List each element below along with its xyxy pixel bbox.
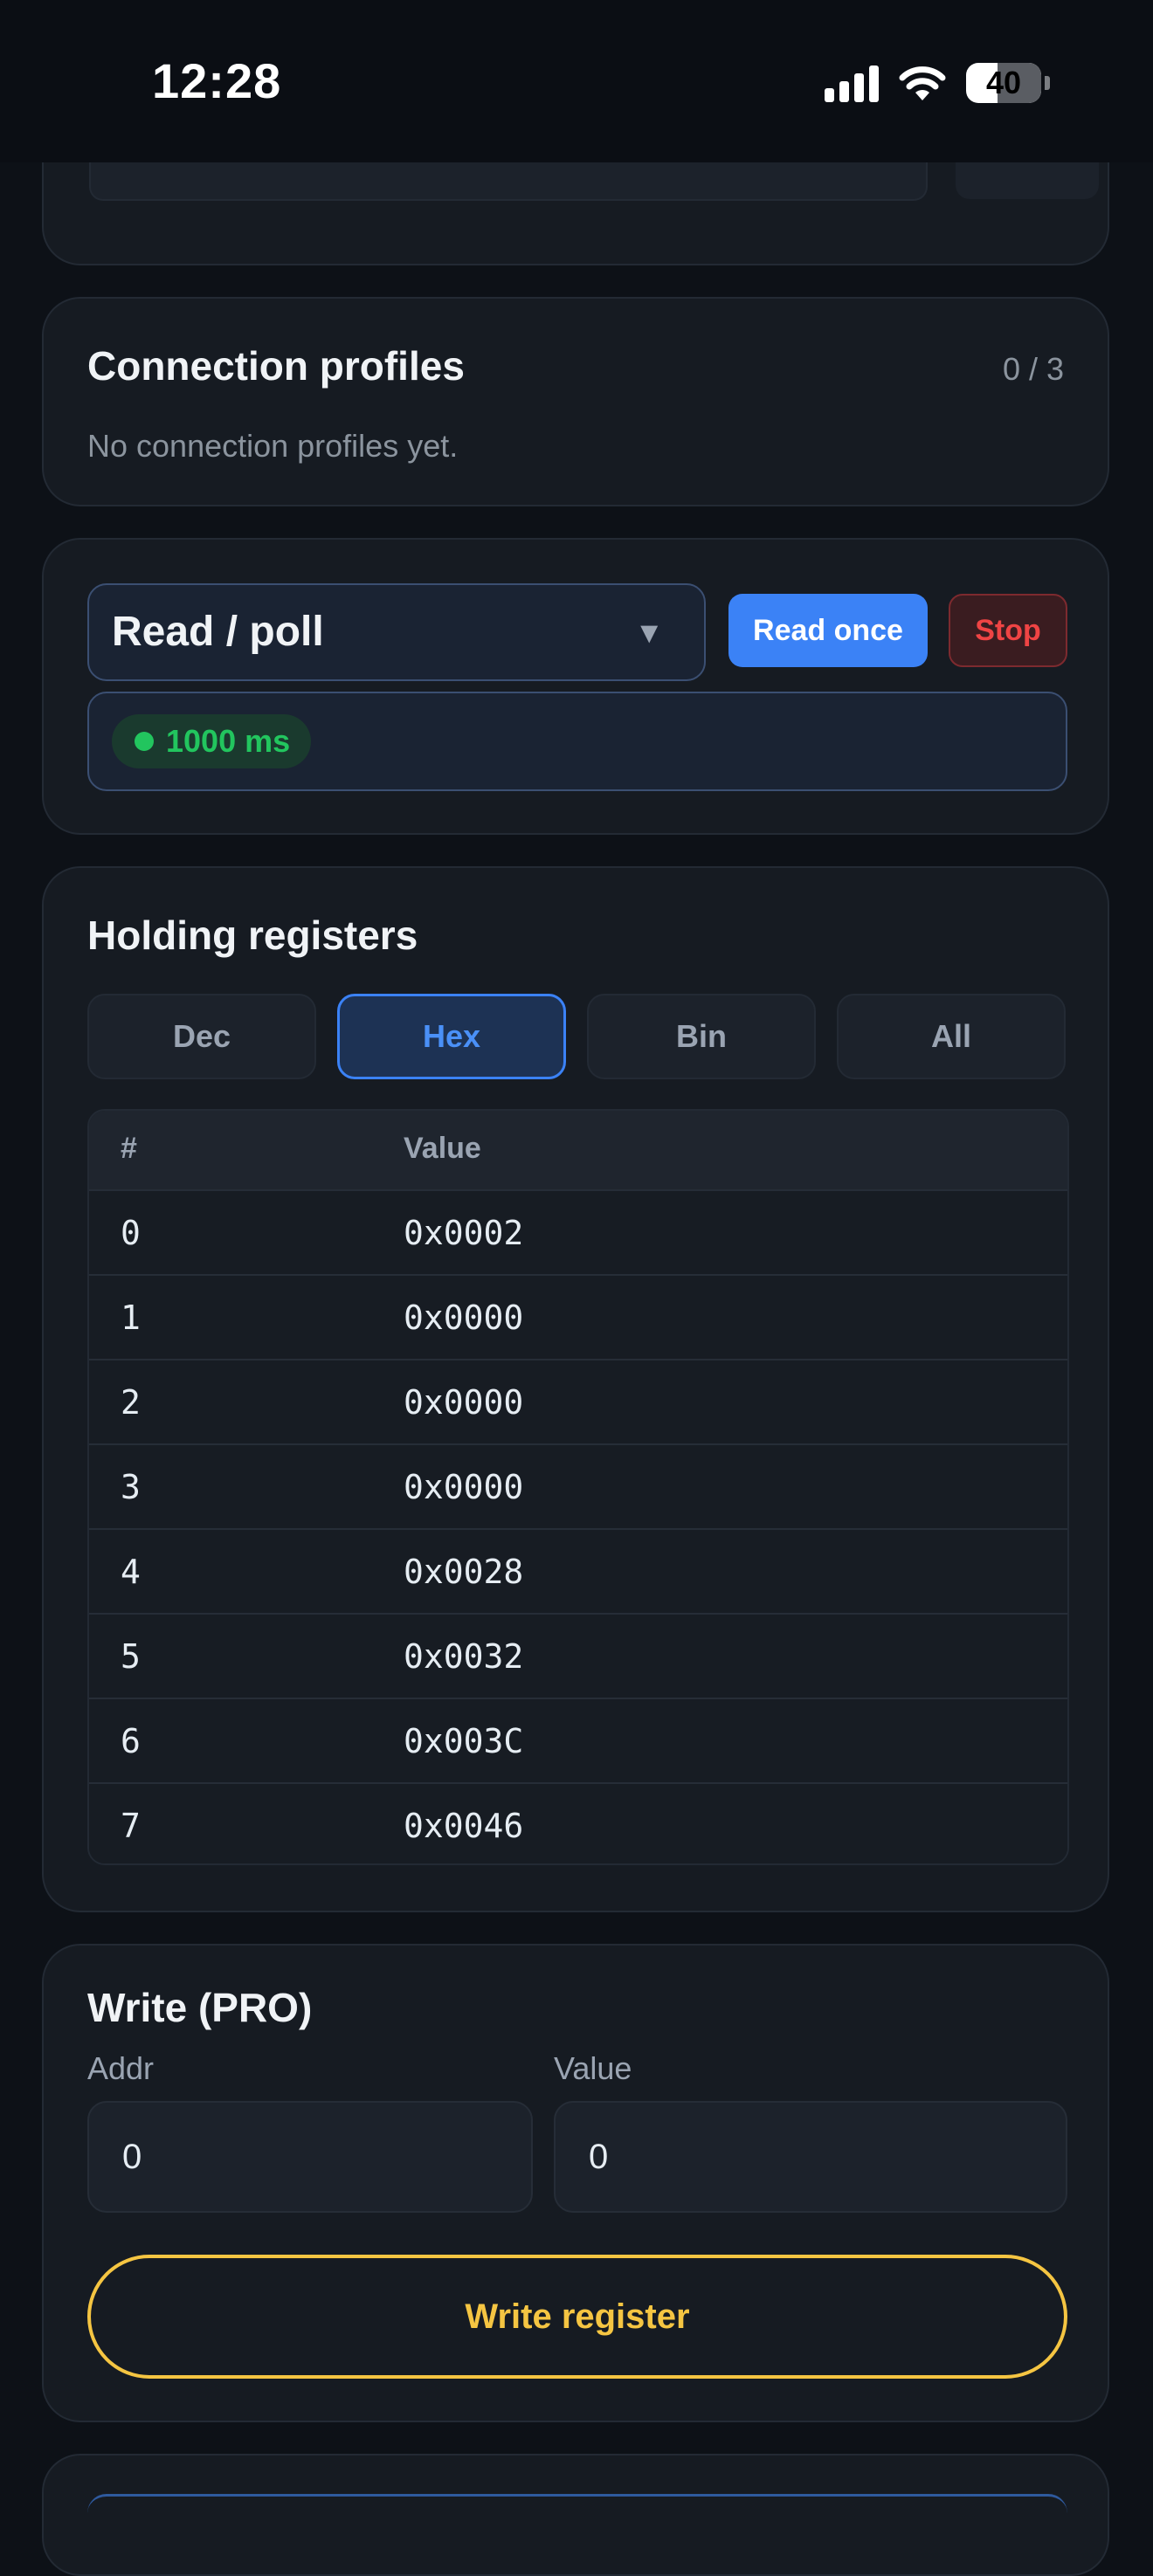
status-bar: 12:28 40	[0, 0, 1153, 162]
table-row[interactable]: 7 0x0046	[89, 1782, 1067, 1863]
register-value: 0x0000	[404, 1298, 524, 1337]
dropdown-caret-icon: ▼	[634, 616, 664, 650]
format-hex-button[interactable]: Hex	[337, 994, 566, 1079]
table-row[interactable]: 4 0x0028	[89, 1528, 1067, 1613]
register-index: 6	[121, 1722, 141, 1760]
register-index: 7	[121, 1807, 141, 1845]
profiles-empty-text: No connection profiles yet.	[87, 428, 459, 464]
read-mode-select[interactable]: Read / poll ▼	[87, 583, 706, 681]
table-row[interactable]: 1 0x0000	[89, 1274, 1067, 1359]
table-row[interactable]: 0 0x0002	[89, 1189, 1067, 1274]
table-row[interactable]: 2 0x0000	[89, 1359, 1067, 1443]
next-card-field[interactable]	[87, 2494, 1067, 2531]
value-label: Value	[554, 2050, 632, 2086]
format-bin-button[interactable]: Bin	[587, 994, 816, 1079]
stop-button[interactable]: Stop	[949, 594, 1067, 667]
column-header-value: Value	[404, 1132, 481, 1165]
addr-input-value: 0	[122, 2138, 142, 2176]
write-card: Write (PRO) Addr Value 0 0 Write registe…	[42, 1944, 1109, 2422]
status-time: 12:28	[152, 53, 282, 108]
profiles-title: Connection profiles	[87, 343, 465, 389]
registers-table: # Value 0 0x0002 1 0x0000 2 0x0000 3 0x0000 …	[87, 1109, 1069, 1865]
cellular-signal-icon	[825, 64, 879, 102]
poll-interval-value: 1000 ms	[166, 723, 291, 759]
value-input-value: 0	[589, 2138, 609, 2176]
table-row[interactable]: 5 0x0032	[89, 1613, 1067, 1698]
addr-input[interactable]: 0	[87, 2101, 533, 2213]
register-value: 0x0002	[404, 1214, 524, 1252]
register-value: 0x0032	[404, 1637, 524, 1676]
status-icons: 40	[825, 61, 1050, 105]
read-poll-card: Read / poll ▼ Read once Stop 1000 ms	[42, 538, 1109, 835]
format-dec-button[interactable]: Dec	[87, 994, 316, 1079]
register-index: 2	[121, 1383, 141, 1422]
register-index: 1	[121, 1298, 141, 1337]
connect-button[interactable]	[956, 157, 1099, 199]
register-value: 0x0000	[404, 1383, 524, 1422]
write-register-button[interactable]: Write register	[87, 2255, 1067, 2379]
register-index: 3	[121, 1468, 141, 1506]
read-once-button[interactable]: Read once	[728, 594, 928, 667]
register-index: 4	[121, 1553, 141, 1591]
column-header-index: #	[121, 1132, 137, 1165]
register-value: 0x0028	[404, 1553, 524, 1591]
profiles-count: 0 / 3	[1002, 351, 1064, 387]
holding-title: Holding registers	[87, 913, 418, 958]
host-input[interactable]	[89, 157, 928, 201]
live-status-dot-icon	[135, 732, 154, 751]
next-card	[42, 2454, 1109, 2576]
table-row[interactable]: 6 0x003C	[89, 1698, 1067, 1782]
poll-interval-field[interactable]: 1000 ms	[87, 692, 1067, 791]
register-index: 0	[121, 1214, 141, 1252]
battery-cap	[1045, 76, 1050, 90]
poll-interval-chip[interactable]: 1000 ms	[112, 714, 312, 768]
register-value: 0x0000	[404, 1468, 524, 1506]
value-input[interactable]: 0	[554, 2101, 1067, 2213]
register-value: 0x0046	[404, 1807, 524, 1845]
read-mode-label: Read / poll	[112, 609, 324, 655]
register-value: 0x003C	[404, 1722, 524, 1760]
wifi-icon	[898, 64, 947, 102]
write-title: Write (PRO)	[87, 1985, 313, 2030]
register-index: 5	[121, 1637, 141, 1676]
battery-icon: 40	[966, 63, 1041, 103]
holding-registers-card: Holding registers Dec Hex Bin All # Valu…	[42, 866, 1109, 1912]
format-segmented-control: Dec Hex Bin All	[87, 994, 1069, 1079]
addr-label: Addr	[87, 2050, 155, 2086]
connection-profiles-card: Connection profiles 0 / 3 No connection …	[42, 297, 1109, 506]
table-row[interactable]: 3 0x0000	[89, 1443, 1067, 1528]
format-all-button[interactable]: All	[837, 994, 1066, 1079]
table-header: # Value	[89, 1111, 1067, 1189]
battery-level: 40	[985, 65, 1022, 100]
